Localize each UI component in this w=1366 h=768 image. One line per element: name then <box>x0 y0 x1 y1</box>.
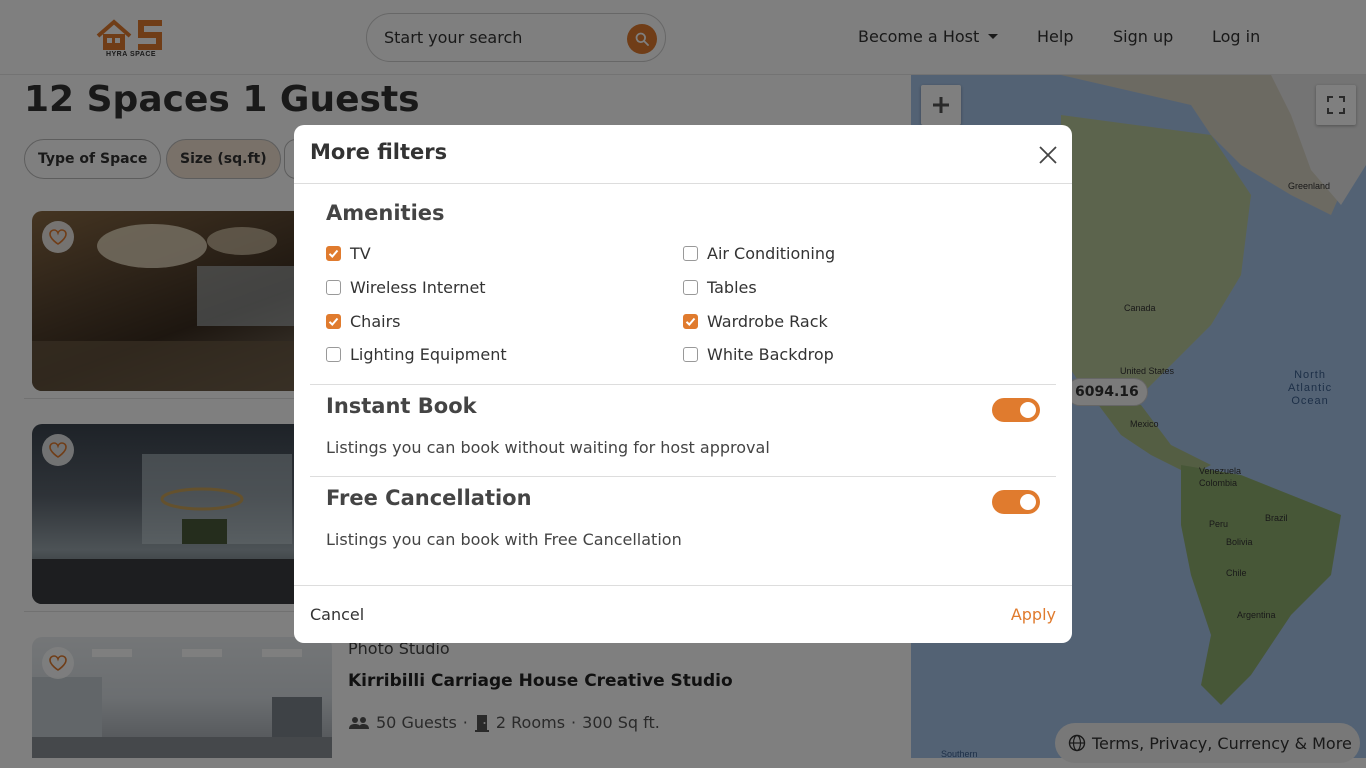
free-cancellation-title: Free Cancellation <box>326 486 532 510</box>
section-divider <box>310 476 1056 477</box>
amenity-label: Tables <box>707 278 757 297</box>
section-divider <box>310 384 1056 385</box>
checkmark-icon <box>328 317 339 326</box>
free-cancellation-description: Listings you can book with Free Cancella… <box>326 530 682 549</box>
more-filters-modal: More filters Amenities TV Air Conditionin… <box>294 125 1072 643</box>
close-button[interactable] <box>1037 144 1059 166</box>
instant-book-toggle[interactable] <box>992 398 1040 422</box>
amenity-label: Lighting Equipment <box>350 345 507 364</box>
checkbox-checked[interactable] <box>326 314 341 329</box>
close-icon <box>1039 146 1057 164</box>
amenity-option[interactable]: White Backdrop <box>683 345 834 364</box>
checkbox-unchecked[interactable] <box>326 347 341 362</box>
checkbox-unchecked[interactable] <box>683 347 698 362</box>
amenity-label: Wardrobe Rack <box>707 312 828 331</box>
amenity-option[interactable]: TV <box>326 244 371 263</box>
amenity-label: Chairs <box>350 312 401 331</box>
modal-footer: Cancel Apply <box>294 585 1072 643</box>
checkmark-icon <box>685 317 696 326</box>
amenity-label: TV <box>350 244 371 263</box>
amenity-option[interactable]: Wardrobe Rack <box>683 312 828 331</box>
amenity-option[interactable]: Lighting Equipment <box>326 345 507 364</box>
amenity-option[interactable]: Wireless Internet <box>326 278 486 297</box>
checkbox-checked[interactable] <box>683 314 698 329</box>
cancel-button[interactable]: Cancel <box>310 605 364 624</box>
free-cancellation-toggle[interactable] <box>992 490 1040 514</box>
amenity-option[interactable]: Tables <box>683 278 757 297</box>
amenity-label: Wireless Internet <box>350 278 486 297</box>
checkbox-unchecked[interactable] <box>683 280 698 295</box>
apply-button[interactable]: Apply <box>1011 605 1056 624</box>
instant-book-description: Listings you can book without waiting fo… <box>326 438 770 457</box>
modal-header: More filters <box>294 125 1072 184</box>
amenity-option[interactable]: Chairs <box>326 312 400 331</box>
checkbox-checked[interactable] <box>326 246 341 261</box>
amenity-label: White Backdrop <box>707 345 834 364</box>
amenity-label: Air Conditioning <box>707 244 836 263</box>
checkmark-icon <box>328 249 339 258</box>
checkbox-unchecked[interactable] <box>683 246 698 261</box>
amenity-option[interactable]: Air Conditioning <box>683 244 835 263</box>
checkbox-unchecked[interactable] <box>326 280 341 295</box>
instant-book-title: Instant Book <box>326 394 477 418</box>
modal-title: More filters <box>310 140 448 164</box>
amenities-title: Amenities <box>326 201 445 225</box>
